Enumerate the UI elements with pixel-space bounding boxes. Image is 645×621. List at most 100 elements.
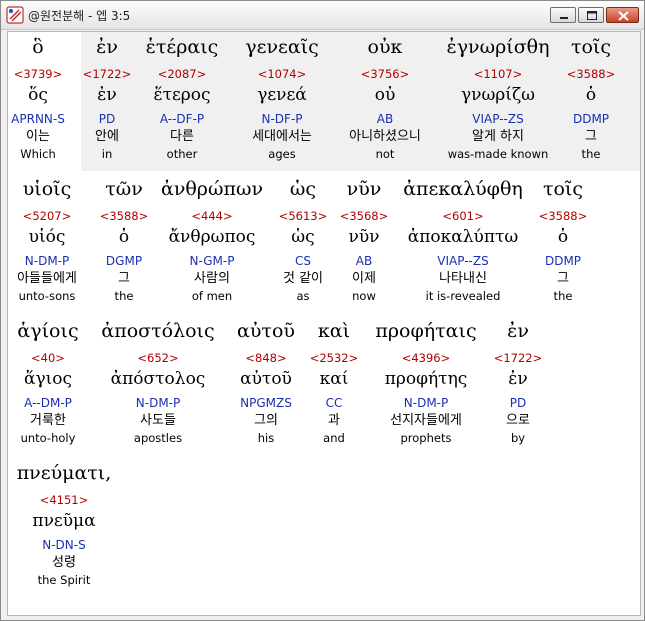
word-block[interactable]: ὡς <5613> ὡς CS 것 같이 as: [279, 176, 328, 304]
strongs-number[interactable]: <2087>: [146, 66, 219, 83]
word-block[interactable]: τοῖς <3588> ὁ DDMP 그 the: [567, 34, 616, 162]
word-block[interactable]: ἀποστόλοις <652> ἀπόστολος N-DM-P 사도들 ap…: [101, 318, 214, 446]
korean-gloss: 선지자들에게: [390, 413, 462, 428]
lemma: ἀποκαλύπτω: [407, 227, 519, 247]
english-gloss: was-made known: [447, 147, 549, 161]
greek-word: τῶν: [105, 178, 143, 200]
parsing-code: N-DN-S: [42, 538, 86, 552]
word-block[interactable]: αὐτοῦ <848> αὐτοῦ NPGMZS 그의 his: [237, 318, 295, 446]
english-gloss: Which: [20, 147, 56, 161]
parsing-code: VIAP--ZS: [472, 112, 524, 126]
word-block[interactable]: ἐν <1722> ἐν PD 안에 in: [83, 34, 132, 162]
word-block[interactable]: γενεαῖς <1074> γενεά N-DF-P 세대에서는 ages: [245, 34, 319, 162]
strongs-number[interactable]: <3588>: [100, 208, 149, 225]
strongs-number[interactable]: <601>: [403, 208, 523, 225]
close-button[interactable]: [606, 7, 639, 23]
korean-gloss: 사도들: [140, 413, 176, 428]
word-block[interactable]: νῦν <3568> νῦν AB 이제 now: [340, 176, 389, 304]
word-block[interactable]: πνεύματι, <4151> πνεῦμα N-DN-S 성령 the Sp…: [17, 460, 112, 588]
korean-gloss: 거룩한: [30, 413, 66, 428]
korean-gloss: 세대에서는: [252, 129, 312, 144]
parsing-code: N-GM-P: [189, 254, 235, 268]
word-block[interactable]: τῶν <3588> ὁ DGMP 그 the: [100, 176, 149, 304]
strongs-number[interactable]: <3756>: [349, 66, 421, 83]
word-block[interactable]: ὃ <3739> ὅς APRNN-S 이는 Which: [11, 34, 65, 162]
word-block[interactable]: ἀνθρώπων <444> ἄνθρωπος N-GM-P 사람의 of me…: [161, 176, 263, 304]
parsing-code: N-DF-P: [261, 112, 303, 126]
strongs-number[interactable]: <444>: [161, 208, 263, 225]
app-icon: [6, 6, 24, 24]
parsing-code: AB: [376, 112, 394, 126]
strongs-number[interactable]: <1722>: [494, 350, 543, 367]
english-gloss: by: [510, 431, 526, 445]
greek-word: ἑτέραις: [145, 36, 219, 58]
maximize-button[interactable]: [578, 7, 604, 23]
korean-gloss: 성령: [52, 555, 76, 570]
word-block[interactable]: ἁγίοις <40> ἅγιος A--DM-P 거룩한 unto-holy: [17, 318, 78, 446]
word-block[interactable]: ἑτέραις <2087> ἕτερος A--DF-P 다른 other: [146, 34, 219, 162]
strongs-number[interactable]: <40>: [17, 350, 78, 367]
parsing-code: A--DF-P: [159, 112, 205, 126]
greek-word: ὃ: [32, 36, 44, 58]
strongs-number[interactable]: <3568>: [340, 208, 389, 225]
greek-word: υἱοῖς: [22, 178, 72, 200]
lemma: ἅγιος: [23, 369, 73, 389]
strongs-number[interactable]: <1074>: [245, 66, 319, 83]
korean-gloss: 안에: [95, 129, 119, 144]
close-icon: [618, 11, 629, 21]
english-gloss: not: [375, 147, 395, 161]
parsing-code: N-DM-P: [403, 396, 449, 410]
word-block[interactable]: καὶ <2532> καί CC 과 and: [310, 318, 359, 446]
strongs-number[interactable]: <5613>: [279, 208, 328, 225]
english-gloss: the: [553, 289, 573, 303]
strongs-number[interactable]: <3739>: [11, 66, 65, 83]
english-gloss: and: [323, 431, 345, 445]
greek-word: οὐκ: [367, 36, 403, 58]
parsing-code: DGMP: [105, 254, 143, 268]
parsing-code: DDMP: [572, 112, 610, 126]
english-gloss: the Spirit: [37, 573, 91, 587]
strongs-number[interactable]: <2532>: [310, 350, 359, 367]
strongs-number[interactable]: <652>: [101, 350, 214, 367]
english-gloss: ages: [268, 147, 296, 161]
korean-gloss: 이는: [26, 129, 50, 144]
strongs-number[interactable]: <1722>: [83, 66, 132, 83]
lemma: ἐν: [508, 369, 528, 389]
word-block[interactable]: ἐγνωρίσθη <1107> γνωρίζω VIAP--ZS 알게 하지 …: [446, 34, 549, 162]
word-block[interactable]: υἱοῖς <5207> υἱός N-DM-P 아들들에게 unto-sons: [17, 176, 77, 304]
strongs-number[interactable]: <3588>: [567, 66, 616, 83]
korean-gloss: 사람의: [194, 271, 230, 286]
lemma: γνωρίζω: [460, 85, 536, 105]
lemma: προφήτης: [384, 369, 468, 389]
english-gloss: it is-revealed: [425, 289, 501, 303]
word-block[interactable]: τοῖς <3588> ὁ DDMP 그 the: [539, 176, 588, 304]
word-block[interactable]: ἐν <1722> ἐν PD 으로 by: [494, 318, 543, 446]
english-gloss: in: [101, 147, 113, 161]
strongs-number[interactable]: <3588>: [539, 208, 588, 225]
greek-word: τοῖς: [570, 36, 612, 58]
strongs-number[interactable]: <5207>: [17, 208, 77, 225]
greek-word: ἐν: [96, 36, 118, 58]
english-gloss: of men: [191, 289, 233, 303]
greek-word: τοῖς: [542, 178, 584, 200]
minimize-button[interactable]: [550, 7, 576, 23]
strongs-number[interactable]: <848>: [237, 350, 295, 367]
lemma: ὁ: [557, 227, 569, 247]
word-block[interactable]: οὐκ <3756> οὐ AB 아니하셨으니 not: [349, 34, 421, 162]
strongs-number[interactable]: <1107>: [446, 66, 549, 83]
title-bar[interactable]: @원전분해 - 엡 3:5: [1, 1, 644, 30]
english-gloss: the: [114, 289, 134, 303]
maximize-icon: [587, 11, 597, 20]
english-gloss: as: [296, 289, 310, 303]
word-block[interactable]: προφήταις <4396> προφήτης N-DM-P 선지자들에게 …: [375, 318, 476, 446]
lemma: ὡς: [291, 227, 315, 247]
korean-gloss: 그: [118, 271, 130, 286]
interlinear-panel[interactable]: ὃ <3739> ὅς APRNN-S 이는 Which ἐν <1722> ἐ…: [7, 31, 641, 616]
strongs-number[interactable]: <4151>: [17, 492, 112, 509]
strongs-number[interactable]: <4396>: [375, 350, 476, 367]
greek-word: ὡς: [289, 178, 317, 200]
greek-word: ἁγίοις: [17, 320, 79, 342]
english-gloss: unto-holy: [20, 431, 76, 445]
word-block[interactable]: ἀπεκαλύφθη <601> ἀποκαλύπτω VIAP--ZS 나타내…: [403, 176, 523, 304]
parsing-code: AB: [355, 254, 373, 268]
